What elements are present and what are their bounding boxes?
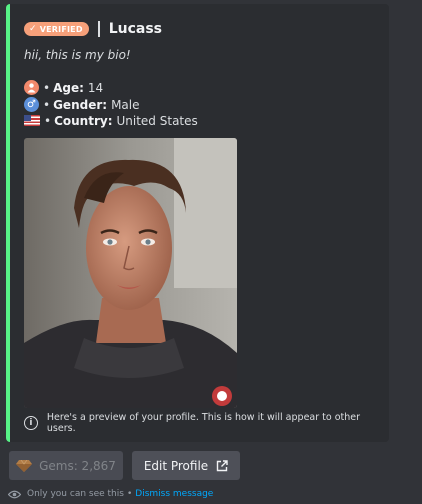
verified-badge-label: VERIFIED <box>39 24 83 34</box>
info-icon: i <box>24 416 38 430</box>
checkmark-icon: ✓ <box>29 24 37 34</box>
profile-bio: hii, this is my bio! <box>24 48 131 62</box>
profile-photo[interactable] <box>24 138 237 408</box>
ephemeral-notice: Only you can see this • Dismiss message <box>8 489 213 499</box>
title-separator <box>97 21 100 37</box>
field-label: Age: <box>53 80 84 95</box>
embed-title-row: ✓ VERIFIED Lucass <box>24 19 162 39</box>
field-label: Country: <box>54 113 113 128</box>
field-country: • Country: United States <box>24 112 198 129</box>
eye-icon <box>8 490 21 498</box>
embed-footer-text: Here's a preview of your profile. This i… <box>46 412 361 434</box>
gem-icon <box>16 459 33 472</box>
username: Lucass <box>108 21 163 37</box>
field-value: United States <box>116 113 198 128</box>
edit-profile-label: Edit Profile <box>143 458 209 473</box>
field-value: Male <box>111 97 140 112</box>
field-age: • Age: 14 <box>24 79 103 96</box>
embed-footer: i Here's a preview of your profile. This… <box>24 412 389 434</box>
profile-embed: ✓ VERIFIED Lucass hii, this is my bio! •… <box>6 4 389 442</box>
field-label: Gender: <box>53 97 108 112</box>
dismiss-message-link[interactable]: Dismiss message <box>135 489 213 499</box>
us-flag-icon <box>24 115 40 126</box>
gems-button-label: Gems: 2,867 <box>39 458 116 473</box>
field-gender: ♂ • Gender: Male <box>24 96 140 113</box>
external-link-icon <box>216 459 228 471</box>
ephemeral-text: Only you can see this <box>27 489 124 499</box>
field-value: 14 <box>87 80 104 95</box>
verified-badge: ✓ VERIFIED <box>24 22 89 36</box>
profile-photo-image <box>24 138 237 408</box>
gems-button[interactable]: Gems: 2,867 <box>9 451 123 480</box>
ephemeral-separator: • <box>126 489 133 499</box>
male-sign-icon: ♂ <box>24 97 39 112</box>
edit-profile-button[interactable]: Edit Profile <box>132 451 240 480</box>
person-icon <box>24 80 39 95</box>
